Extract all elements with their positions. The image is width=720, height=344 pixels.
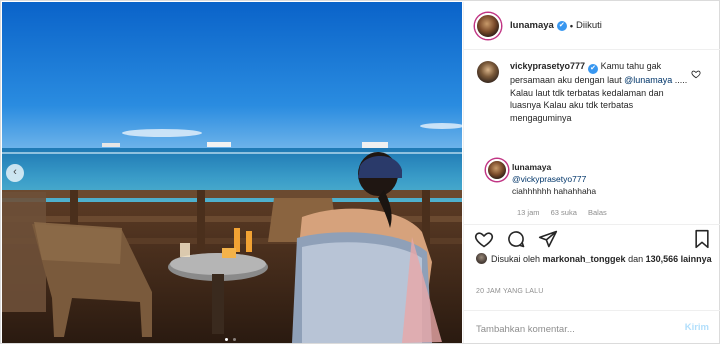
photo-scene [2, 2, 462, 343]
reply-username[interactable]: lunamaya [512, 161, 702, 173]
header-separator: • [569, 20, 573, 31]
commenter-username[interactable]: vickyprasetyo777 [510, 61, 585, 71]
add-comment-bar: Kirim [464, 310, 720, 344]
comments-list: vickyprasetyo777 ✔ Kamu tahu gak persamaa… [464, 51, 720, 221]
carousel-indicator [224, 333, 237, 343]
share-icon[interactable] [538, 229, 558, 249]
comment-icon[interactable] [506, 229, 526, 249]
heart-icon[interactable] [474, 229, 494, 249]
reply-time: 13 jam [517, 208, 540, 217]
author-username[interactable]: lunamaya [510, 20, 554, 31]
post-dialog: ‹ lunamaya ✔ • Diikuti vickyprasetyo777 ✔… [0, 0, 720, 344]
comment-mention-link[interactable]: @lunamaya [624, 75, 672, 85]
likes-prefix: Disukai oleh [491, 254, 543, 264]
comment-like-icon[interactable] [691, 69, 701, 79]
reply-author-avatar[interactable] [486, 159, 508, 181]
post-side-panel: lunamaya ✔ • Diikuti vickyprasetyo777 ✔ K… [463, 2, 720, 343]
reply-avatar-wrap[interactable] [486, 159, 508, 181]
reply-meta: 13 jam 63 suka Balas [517, 208, 616, 217]
reply-body: ciahhhhhh hahahhaha [512, 186, 597, 196]
verified-badge-icon: ✔ [588, 64, 599, 74]
carousel-dot [232, 338, 236, 341]
post-comment-button[interactable]: Kirim [685, 322, 709, 333]
likes-summary: Disukai oleh markonah_tonggek dan 130,56… [476, 253, 716, 265]
comment-avatar[interactable] [477, 61, 499, 83]
comment-text: vickyprasetyo777 ✔ Kamu tahu gak persamaa… [510, 60, 688, 124]
follow-status-button[interactable]: Diikuti [576, 20, 602, 31]
reply-mention-link[interactable]: @vickyprasetyo777 [512, 173, 702, 185]
likes-middle: dan [625, 254, 646, 264]
reply-button[interactable]: Balas [588, 208, 607, 217]
verified-badge-icon: ✔ [556, 20, 567, 31]
author-avatar[interactable] [475, 12, 501, 39]
reply-likes[interactable]: 63 suka [551, 208, 577, 217]
post-photo[interactable]: ‹ [2, 2, 462, 343]
carousel-prev-button[interactable]: ‹ [6, 164, 24, 182]
liker-avatar[interactable] [476, 253, 487, 264]
comment-input[interactable] [476, 321, 676, 337]
reply-text: lunamaya @vickyprasetyo777 ciahhhhhh hah… [512, 161, 702, 197]
post-timestamp[interactable]: 20 JAM YANG LALU [476, 288, 544, 295]
likes-count[interactable]: 130,566 lainnya [646, 254, 712, 264]
post-header: lunamaya ✔ • Diikuti [464, 2, 720, 50]
bookmark-icon[interactable] [692, 229, 712, 249]
carousel-dot-active [225, 338, 228, 341]
action-bar [464, 224, 720, 252]
commenter-avatar[interactable] [477, 61, 499, 83]
liker-username[interactable]: markonah_tonggek [543, 254, 626, 264]
